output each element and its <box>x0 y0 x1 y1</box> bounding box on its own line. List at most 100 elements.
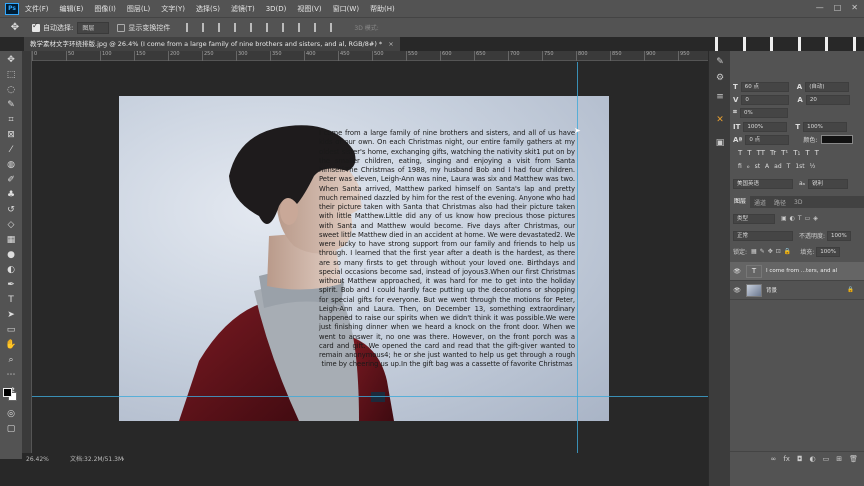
underline-button[interactable]: T <box>805 149 809 157</box>
add-mask-icon[interactable]: ◘ <box>797 455 803 463</box>
foreground-color-swatch[interactable] <box>3 388 12 397</box>
pen-icon[interactable]: ✒ <box>5 280 17 290</box>
distribute-h-icon[interactable] <box>298 23 306 32</box>
type-icon[interactable]: T <box>5 295 17 305</box>
menu-layer[interactable]: 图层(L) <box>127 4 150 14</box>
lasso-icon[interactable]: ◌ <box>5 85 17 95</box>
align-bottom-icon[interactable] <box>266 23 274 32</box>
antialias-dropdown[interactable]: 锐利 <box>808 178 849 189</box>
visibility-eye-icon[interactable]: 👁 <box>732 287 742 294</box>
eyedropper-icon[interactable]: ⁄ <box>5 145 17 155</box>
align-center-icon[interactable] <box>202 23 210 32</box>
tab-close-icon[interactable]: × <box>388 40 393 48</box>
stamp-icon[interactable]: ♣ <box>5 190 17 200</box>
all-caps-button[interactable]: TT <box>757 149 765 157</box>
close-button[interactable]: ✕ <box>851 3 858 12</box>
dodge-icon[interactable]: ◐ <box>5 265 17 275</box>
tools-cross-icon[interactable]: ✕ <box>714 115 726 125</box>
subscript-button[interactable]: T₁ <box>793 149 800 157</box>
move-icon[interactable]: ✥ <box>5 55 17 65</box>
tab-layers[interactable]: 图层 <box>730 196 751 208</box>
status-menu-arrow[interactable]: › <box>122 453 124 467</box>
scale-field[interactable]: 0% <box>739 107 788 118</box>
delete-layer-icon[interactable]: 🗑 <box>849 455 858 463</box>
font-size-field[interactable]: 60 点 <box>740 81 789 92</box>
menu-edit[interactable]: 编辑(E) <box>60 4 84 14</box>
document-canvas[interactable]: I come from a large family of nine broth… <box>119 96 609 421</box>
menu-image[interactable]: 图像(I) <box>94 4 116 14</box>
gradient-icon[interactable]: ▦ <box>5 235 17 245</box>
titling-button[interactable]: T <box>787 163 791 170</box>
blend-mode-dropdown[interactable]: 正常 <box>733 230 793 241</box>
layer-name[interactable]: I come from ...ters, and al <box>766 268 837 274</box>
tab-3d[interactable]: 3D <box>790 199 806 206</box>
more-icon[interactable] <box>330 23 338 32</box>
move-tool-icon[interactable]: ✥ <box>6 22 24 33</box>
more-tools-icon[interactable]: ⋯ <box>5 370 17 380</box>
faux-bold-button[interactable]: T <box>738 149 742 157</box>
small-caps-button[interactable]: Tr <box>770 149 776 157</box>
layer-kind-filter[interactable]: 类型 <box>733 213 775 224</box>
horizontal-guide[interactable] <box>32 396 708 397</box>
vertical-guide[interactable] <box>577 62 578 453</box>
hand-icon[interactable]: ✋ <box>5 340 17 350</box>
eraser-icon[interactable]: ◇ <box>5 220 17 230</box>
paint-icon[interactable]: ✎ <box>714 57 726 67</box>
contextual-button[interactable]: ℴ <box>747 163 750 170</box>
document-tab[interactable]: 教学素材文字环绕排版.jpg @ 26.4% (I come from a la… <box>24 37 400 51</box>
filter-icons[interactable]: ▣◐T▭◈ <box>781 215 821 222</box>
history-brush-icon[interactable]: ↺ <box>5 205 17 215</box>
screen-mode-icon[interactable]: ▢ <box>5 424 17 434</box>
leading-field[interactable]: (自动) <box>805 81 850 92</box>
healing-icon[interactable]: ◍ <box>5 160 17 170</box>
minimize-button[interactable]: — <box>816 3 824 12</box>
menu-window[interactable]: 窗口(W) <box>333 4 359 14</box>
kerning-field[interactable]: 0 <box>741 94 790 105</box>
opacity-field[interactable]: 100% <box>827 230 852 241</box>
marquee-icon[interactable]: ⬚ <box>5 70 17 80</box>
strikethrough-button[interactable]: T <box>815 149 819 157</box>
shape-icon[interactable]: ▭ <box>5 325 17 335</box>
new-layer-icon[interactable]: ⊞ <box>836 455 842 463</box>
lock-icons[interactable]: ▦✎✥⊡🔒 <box>751 248 794 255</box>
fill-field[interactable]: 100% <box>816 246 841 257</box>
distribute-v-icon[interactable] <box>314 23 322 32</box>
maximize-button[interactable]: □ <box>834 3 842 12</box>
show-transform-checkbox[interactable] <box>117 23 126 32</box>
menu-view[interactable]: 视图(V) <box>297 4 321 14</box>
menu-3d[interactable]: 3D(D) <box>266 5 287 13</box>
frame-icon[interactable]: ⊠ <box>5 130 17 140</box>
menu-type[interactable]: 文字(Y) <box>161 4 185 14</box>
wrapped-paragraph-text[interactable]: I come from a large family of nine broth… <box>319 129 575 370</box>
link-layers-icon[interactable]: ∞ <box>771 455 777 463</box>
discretionary-button[interactable]: st <box>755 163 760 170</box>
quick-mask-icon[interactable]: ◎ <box>5 409 17 419</box>
align-left-icon[interactable] <box>186 23 194 32</box>
menu-help[interactable]: 帮助(H) <box>370 4 395 14</box>
path-select-icon[interactable]: ➤ <box>5 310 17 320</box>
align-right-icon[interactable] <box>218 23 226 32</box>
properties-icon[interactable]: ⚙ <box>714 73 726 83</box>
auto-select-checkbox[interactable] <box>32 21 40 32</box>
ordinal-button[interactable]: 1st <box>795 163 804 170</box>
swatches-icon[interactable]: ▣ <box>714 138 726 148</box>
tab-channels[interactable]: 通道 <box>750 198 770 207</box>
adjustments-icon[interactable]: ≡ <box>714 92 726 102</box>
tracking-field[interactable]: 20 <box>805 94 850 105</box>
swash-button[interactable]: A <box>765 163 769 170</box>
menu-filter[interactable]: 滤镜(T) <box>231 4 255 14</box>
align-top-icon[interactable] <box>234 23 242 32</box>
auto-select-dropdown[interactable]: 图层 <box>77 21 110 34</box>
layer-style-icon[interactable]: fx <box>783 455 790 463</box>
tab-paths[interactable]: 路径 <box>770 198 790 207</box>
baseline-field[interactable]: 0 点 <box>745 134 790 145</box>
stylistic-button[interactable]: ad <box>774 163 782 170</box>
align-middle-icon[interactable] <box>250 23 258 32</box>
faux-italic-button[interactable]: T <box>747 149 751 157</box>
vertical-scale-field[interactable]: 100% <box>743 121 788 132</box>
fraction-button[interactable]: ½ <box>810 163 816 170</box>
zoom-icon[interactable]: ⌕ <box>5 355 17 365</box>
quick-select-icon[interactable]: ✎ <box>5 100 17 110</box>
canvas-area[interactable]: I come from a large family of nine broth… <box>32 62 708 453</box>
language-dropdown[interactable]: 美国英语 <box>733 178 793 189</box>
